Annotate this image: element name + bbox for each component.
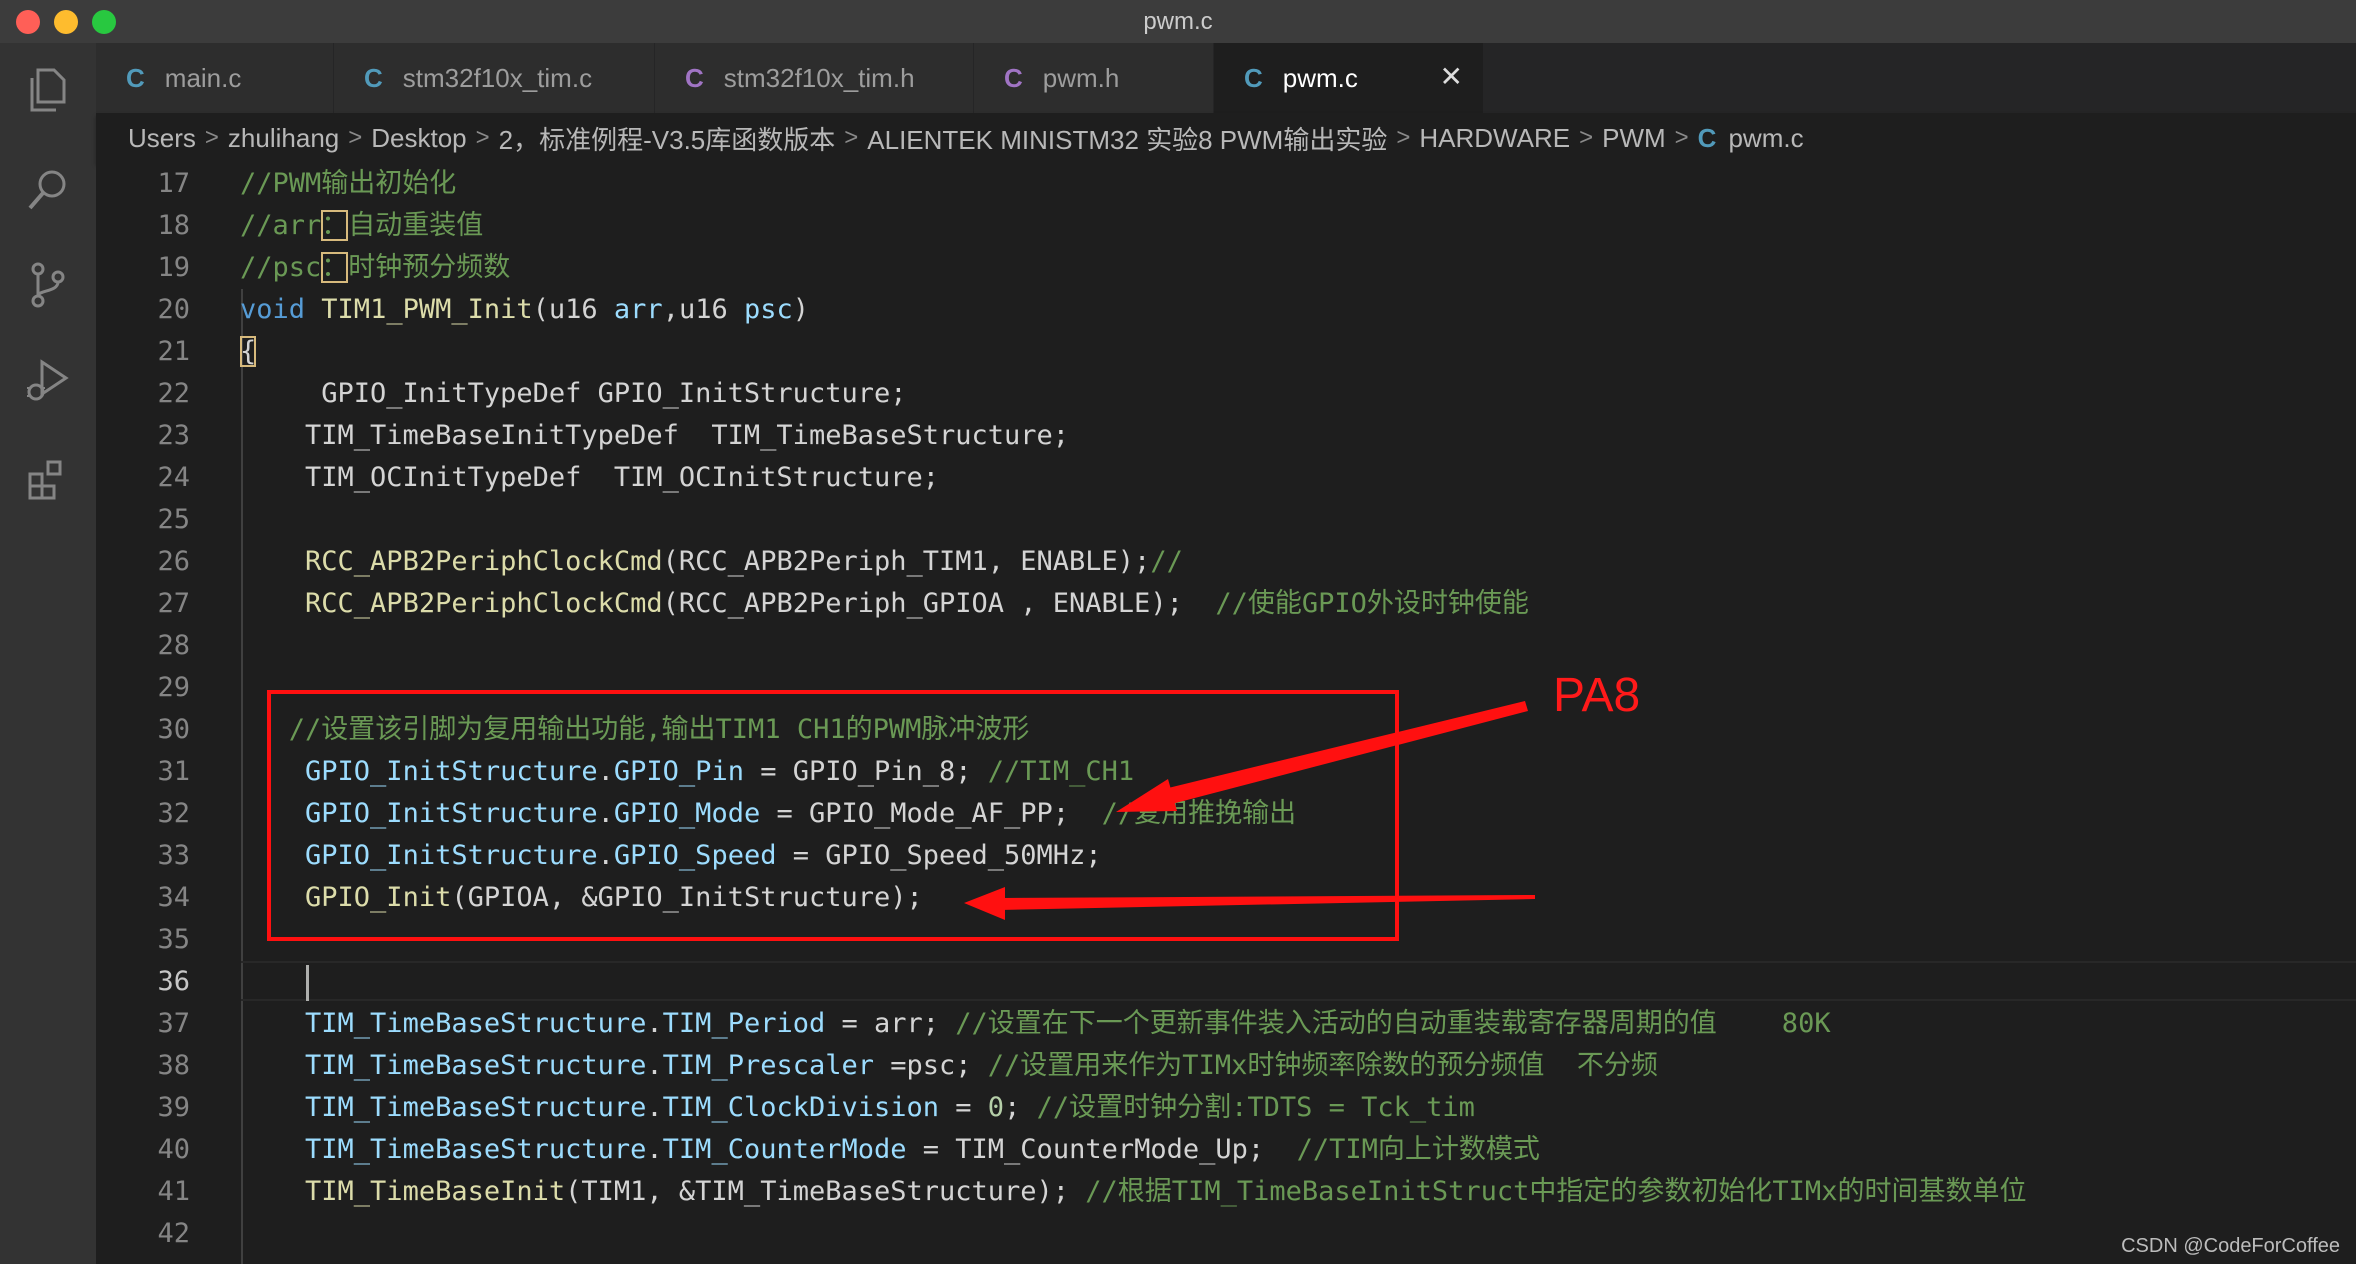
arrow-to-gpio-mode bbox=[1116, 701, 1528, 812]
annotation-arrows bbox=[964, 701, 1535, 920]
arrow-to-gpio-init bbox=[964, 887, 1535, 920]
watermark: CSDN @CodeForCoffee bbox=[2121, 1235, 2340, 1257]
